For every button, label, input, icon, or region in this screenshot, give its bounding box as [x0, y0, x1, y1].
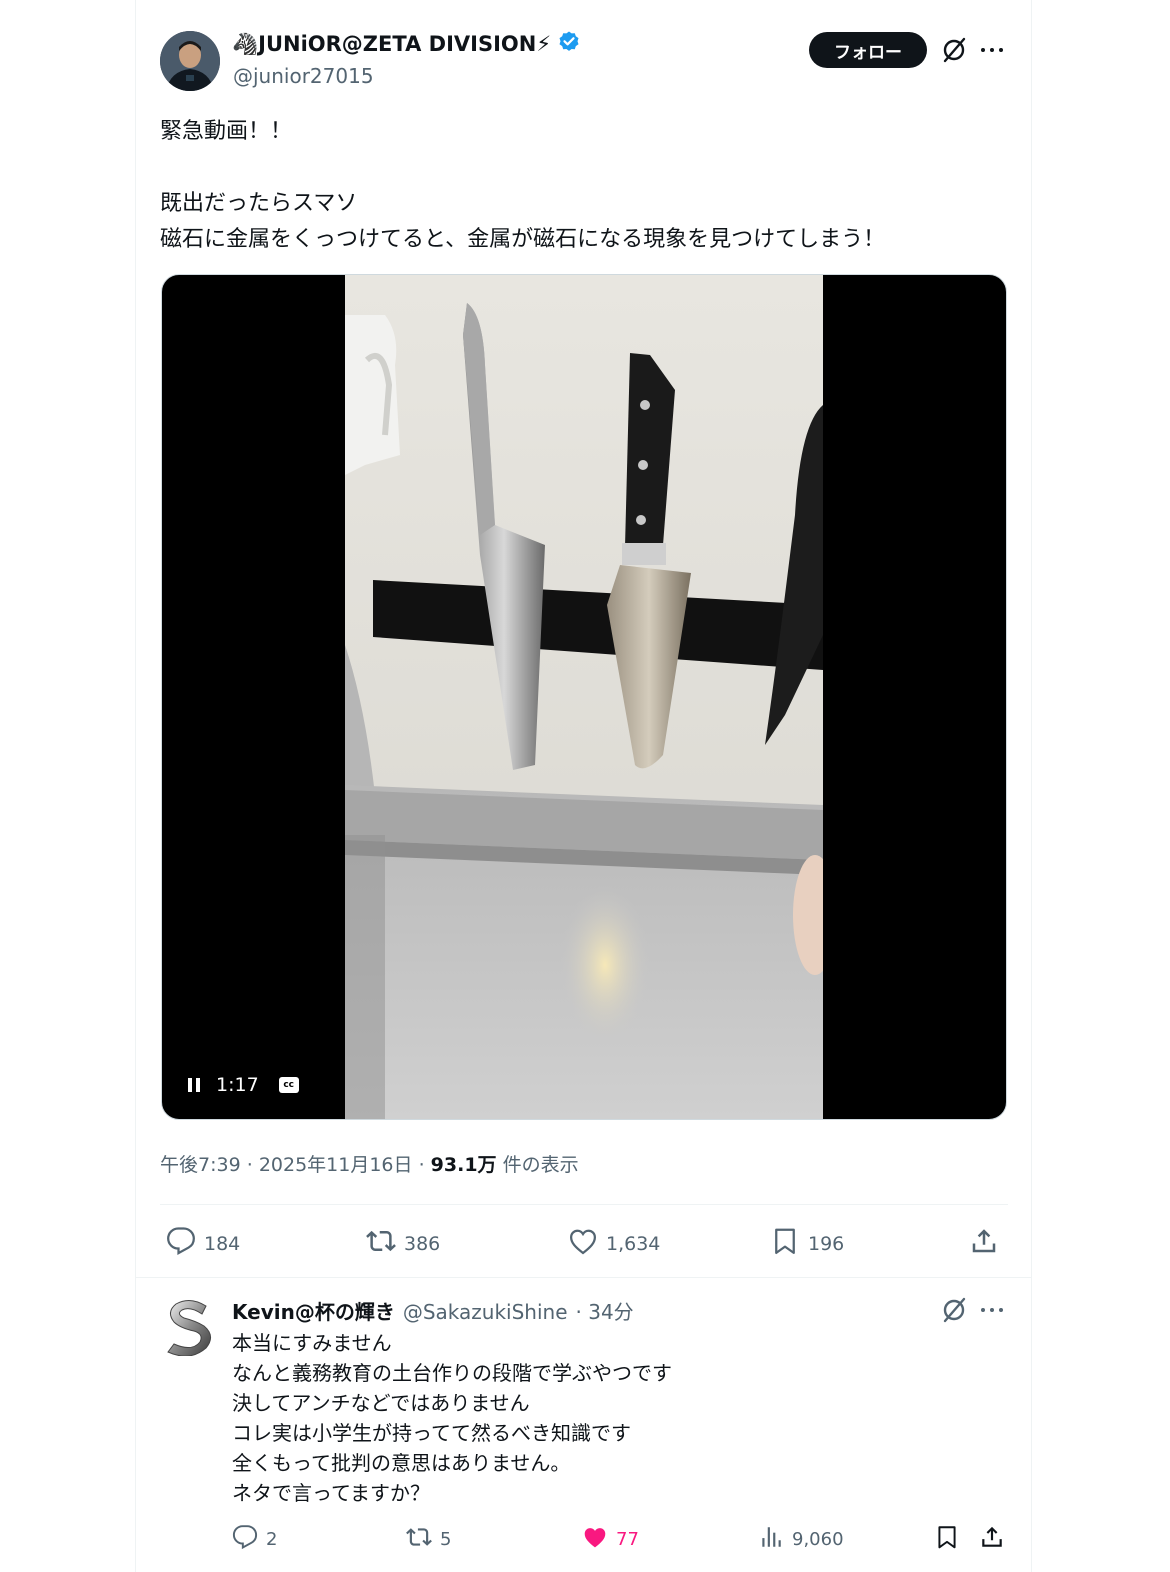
view-count: 93.1万: [430, 1154, 497, 1176]
view-count-label: 件の表示: [502, 1154, 579, 1176]
analytics-icon: [758, 1524, 784, 1555]
reply-icon: [232, 1524, 258, 1555]
reply-reply-button[interactable]: 2: [232, 1524, 277, 1555]
bookmark-icon: [934, 1524, 960, 1555]
reply-share-button[interactable]: [979, 1524, 1005, 1555]
repost-button[interactable]: 386: [366, 1226, 440, 1261]
reply-handle[interactable]: @SakazukiShine: [403, 1300, 568, 1324]
tweet-column: 🦓JUNiOR@ZETA DIVISION⚡ @junior27015 フォロー…: [135, 0, 1032, 1572]
grok-icon[interactable]: [941, 1297, 967, 1323]
reply-avatar[interactable]: [160, 1296, 220, 1356]
reply-bookmark-button[interactable]: [934, 1524, 960, 1555]
bookmark-icon: [770, 1226, 800, 1261]
heart-icon: [568, 1226, 598, 1261]
reply-view-count: 9,060: [792, 1529, 844, 1550]
like-button[interactable]: 1,634: [568, 1226, 660, 1261]
repost-count: 386: [404, 1232, 441, 1255]
author-name-row[interactable]: 🦓JUNiOR@ZETA DIVISION⚡: [232, 30, 581, 58]
grok-icon[interactable]: [941, 37, 967, 63]
video-player[interactable]: 1:17 cc: [161, 274, 1007, 1120]
reply-reply-count: 2: [266, 1529, 278, 1550]
pause-icon[interactable]: [186, 1076, 202, 1094]
tweet-meta: 午後7:39 · 2025年11月16日 · 93.1万 件の表示: [160, 1150, 579, 1177]
more-icon[interactable]: [979, 1297, 1005, 1323]
share-icon: [979, 1524, 1005, 1555]
like-count: 1,634: [606, 1232, 661, 1255]
video-frame[interactable]: [345, 275, 823, 1119]
reply-time[interactable]: · 34分: [576, 1296, 634, 1325]
verified-badge-icon: [557, 30, 581, 58]
author-display-name[interactable]: 🦓JUNiOR@ZETA DIVISION⚡: [232, 32, 551, 57]
follow-button[interactable]: フォロー: [809, 32, 927, 68]
tweet-time[interactable]: 午後7:39: [160, 1154, 241, 1176]
reply-count: 184: [204, 1232, 241, 1255]
reply-display-name[interactable]: Kevin@杯の輝き: [232, 1296, 395, 1325]
divider: [160, 1204, 1008, 1205]
divider: [136, 1277, 1031, 1278]
meta-separator: ·: [418, 1154, 425, 1176]
author-avatar[interactable]: [160, 31, 220, 91]
bookmark-count: 196: [808, 1232, 845, 1255]
reply-like-count: 77: [616, 1529, 639, 1550]
reply-repost-button[interactable]: 5: [406, 1524, 451, 1555]
tweet-text: 緊急動画！！ 既出だったらスマソ 磁石に金属をくっつけてると、金属が磁石になる現…: [160, 119, 886, 252]
repost-icon: [366, 1226, 396, 1261]
author-handle[interactable]: @junior27015: [233, 64, 374, 88]
tweet-date[interactable]: 2025年11月16日: [259, 1154, 413, 1176]
reply-like-button[interactable]: 77: [582, 1524, 639, 1555]
reply-icon: [166, 1226, 196, 1261]
heart-filled-icon: [582, 1524, 608, 1555]
video-time: 1:17: [216, 1074, 259, 1096]
reply-repost-count: 5: [440, 1529, 452, 1550]
captions-icon[interactable]: cc: [278, 1077, 299, 1093]
more-icon[interactable]: [979, 37, 1005, 63]
bookmark-button[interactable]: 196: [770, 1226, 844, 1261]
reply-header: Kevin@杯の輝き @SakazukiShine · 34分: [232, 1296, 634, 1325]
repost-icon: [406, 1524, 432, 1555]
video-controls: 1:17 cc: [186, 1074, 299, 1096]
share-button[interactable]: [969, 1226, 999, 1261]
share-icon: [969, 1226, 999, 1261]
reply-button[interactable]: 184: [166, 1226, 240, 1261]
reply-text: 本当にすみません なんと義務教育の土台作りの段階で学ぶやつです 決してアンチなど…: [232, 1331, 672, 1505]
meta-separator: ·: [246, 1154, 253, 1176]
reply-views-button[interactable]: 9,060: [758, 1524, 844, 1555]
